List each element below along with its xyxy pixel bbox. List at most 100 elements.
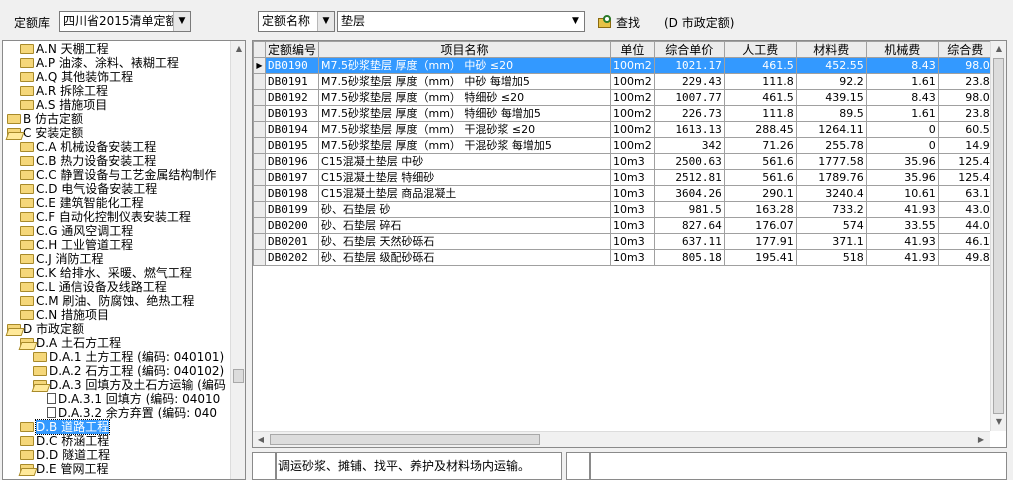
tree-item[interactable]: C.A 机械设备安装工程 [20, 140, 156, 154]
row-indicator [253, 105, 266, 122]
tree-item[interactable]: D.D 隧道工程 [20, 448, 110, 462]
quota-grid[interactable]: 定额编号 项目名称 单位 综合单价 人工费 材料费 机械费 综合费 ▶ DB0190 M7.5砂浆… [252, 40, 1007, 448]
tree-item-label: C.G 通风空调工程 [36, 224, 134, 238]
tree-item[interactable]: A.P 油漆、涂料、裱糊工程 [20, 56, 179, 70]
tree-item[interactable]: A.S 措施项目 [20, 98, 107, 112]
tree-item[interactable]: D.A.1 土方工程 (编码: 040101) [33, 350, 224, 364]
table-row[interactable]: DB0193 M7.5砂浆垫层 厚度（mm） 特细砂 每增加5 100m2 226.7… [253, 105, 993, 122]
folder-icon [33, 366, 47, 376]
tree-item-label: A.S 措施项目 [36, 98, 108, 112]
search-input[interactable]: 垫层 ▼ [337, 11, 585, 32]
table-cell: 10m3 [610, 185, 655, 202]
scroll-left-icon[interactable]: ◀ [253, 432, 269, 447]
table-cell: C15混凝土垫层 中砂 [318, 153, 612, 170]
tree-item[interactable]: C.M 刷油、防腐蚀、绝热工程 [20, 294, 194, 308]
table-row[interactable]: DB0195 M7.5砂浆垫层 厚度（mm） 干混砂浆 每增加5 100m2 342 7… [253, 137, 993, 154]
chevron-down-icon[interactable]: ▼ [567, 12, 584, 31]
tree-item[interactable]: C.N 措施项目 [20, 308, 109, 322]
table-cell: 195.41 [723, 249, 797, 266]
chevron-down-icon[interactable]: ▼ [317, 12, 334, 31]
tree-item[interactable]: C.D 电气设备安装工程 [20, 182, 157, 196]
column-header[interactable]: 机械费 [865, 41, 939, 58]
tree-item[interactable]: D.A.3 回填方及土石方运输 (编码 [33, 378, 226, 392]
tree-item[interactable]: D.A.3.2 余方弃置 (编码: 040 [46, 406, 217, 420]
table-row[interactable]: DB0202 砂、石垫层 级配砂砾石 10m3 805.18 195.41 518 41.9… [253, 249, 993, 266]
tree-item[interactable]: C.C 静置设备与工艺金属结构制作 [20, 168, 216, 182]
table-cell: 1789.76 [795, 169, 867, 186]
column-header[interactable]: 综合单价 [653, 41, 725, 58]
table-cell: 461.5 [723, 57, 797, 74]
tree-item[interactable]: D.B 道路工程 [20, 419, 111, 435]
tree-item[interactable]: C.K 给排水、采暖、燃气工程 [20, 266, 192, 280]
scroll-right-icon[interactable]: ▶ [973, 432, 989, 447]
table-cell: 98.0 [937, 57, 993, 74]
table-row[interactable]: DB0191 M7.5砂浆垫层 厚度（mm） 中砂 每增加5 100m2 229.43… [253, 73, 993, 90]
tree-item[interactable]: A.R 拆除工程 [20, 84, 108, 98]
table-cell: 342 [653, 137, 725, 154]
grid-horizontal-scrollbar[interactable]: ◀ ▶ [253, 431, 990, 447]
table-row[interactable]: DB0194 M7.5砂浆垫层 厚度（mm） 干混砂浆 ≤20 100m2 1613.… [253, 121, 993, 138]
table-cell: 33.55 [865, 217, 939, 234]
chevron-down-icon[interactable]: ▼ [173, 12, 190, 31]
table-row[interactable]: DB0199 砂、石垫层 砂 10m3 981.5 163.28 733.2 41.93 43… [253, 201, 993, 218]
table-row[interactable]: ▶ DB0190 M7.5砂浆垫层 厚度（mm） 中砂 ≤20 100m2 1021.1… [253, 57, 993, 74]
table-row[interactable]: DB0200 砂、石垫层 碎石 10m3 827.64 176.07 574 33.55 44… [253, 217, 993, 234]
table-cell: 2512.81 [653, 169, 725, 186]
tree-item[interactable]: C 安装定额 [7, 126, 83, 140]
column-header[interactable]: 单位 [610, 41, 655, 58]
column-header[interactable]: 综合费 [937, 41, 993, 58]
tree-item-label: C.D 电气设备安装工程 [36, 182, 158, 196]
folder-icon [20, 44, 34, 54]
tree-item[interactable]: C.G 通风空调工程 [20, 224, 133, 238]
tree-item[interactable]: D.A.3.1 回填方 (编码: 04010 [46, 392, 220, 406]
row-indicator [253, 233, 266, 250]
scroll-down-icon[interactable]: ▼ [991, 414, 1006, 430]
tree-item[interactable]: D.C 桥涵工程 [20, 434, 109, 448]
tree-item[interactable]: A.Q 其他装饰工程 [20, 70, 133, 84]
folder-icon [20, 226, 34, 236]
library-select[interactable]: 四川省2015清单定额 ▼ [59, 11, 191, 32]
category-tree[interactable]: A.N 天棚工程 A.P 油漆、涂料、裱糊工程 A.Q 其他装饰工程 A.R 拆除工程… [2, 40, 246, 480]
tree-item[interactable]: D 市政定额 [7, 322, 84, 336]
tree-item[interactable]: C.J 消防工程 [20, 252, 104, 266]
table-row[interactable]: DB0197 C15混凝土垫层 特细砂 10m3 2512.81 561.6 1789.7… [253, 169, 993, 186]
column-header[interactable]: 材料费 [795, 41, 867, 58]
search-field-select[interactable]: 定额名称 ▼ [258, 11, 335, 32]
tree-item-label: D.A 土石方工程 [36, 336, 122, 350]
scroll-up-icon[interactable]: ▲ [991, 41, 1006, 57]
tree-item-label: C 安装定额 [23, 126, 84, 140]
grid-vertical-scrollbar[interactable]: ▲ ▼ [990, 41, 1006, 431]
tree-item[interactable]: A.N 天棚工程 [20, 42, 109, 56]
table-row[interactable]: DB0201 砂、石垫层 天然砂砾石 10m3 637.11 177.91 371.1 41… [253, 233, 993, 250]
tree-item[interactable]: D.E 管网工程 [20, 462, 108, 476]
tree-item[interactable]: C.H 工业管道工程 [20, 238, 133, 252]
tree-vertical-scrollbar[interactable]: ▲ [230, 41, 245, 479]
column-header[interactable]: 项目名称 [318, 41, 612, 58]
tree-item[interactable]: C.E 建筑智能化工程 [20, 196, 144, 210]
find-button[interactable]: 查找 [597, 12, 640, 32]
table-cell: 1613.13 [653, 121, 725, 138]
table-cell: 574 [795, 217, 867, 234]
table-cell: 砂、石垫层 级配砂砾石 [318, 249, 612, 266]
scroll-thumb[interactable] [993, 58, 1004, 414]
column-header[interactable]: 人工费 [723, 41, 797, 58]
tree-item[interactable]: D.A 土石方工程 [20, 336, 121, 350]
search-field-value: 定额名称 [262, 14, 311, 28]
table-cell: 100m2 [610, 137, 655, 154]
tree-item[interactable]: B 仿古定额 [7, 112, 83, 126]
table-cell: 1007.77 [653, 89, 725, 106]
table-cell: DB0191 [264, 73, 320, 90]
tree-item[interactable]: C.F 自动化控制仪表安装工程 [20, 210, 191, 224]
scroll-thumb[interactable] [233, 369, 244, 383]
table-row[interactable]: DB0196 C15混凝土垫层 中砂 10m3 2500.63 561.6 1777.58… [253, 153, 993, 170]
scroll-thumb[interactable] [270, 434, 540, 445]
table-cell: M7.5砂浆垫层 厚度（mm） 特细砂 每增加5 [318, 105, 612, 122]
table-row[interactable]: DB0198 C15混凝土垫层 商品混凝土 10m3 3604.26 290.1 3240… [253, 185, 993, 202]
tree-item[interactable]: C.L 通信设备及线路工程 [20, 280, 167, 294]
tree-item[interactable]: D.A.2 石方工程 (编码: 040102) [33, 364, 224, 378]
scroll-up-icon[interactable]: ▲ [231, 41, 245, 57]
table-row[interactable]: DB0192 M7.5砂浆垫层 厚度（mm） 特细砂 ≤20 100m2 1007.7… [253, 89, 993, 106]
column-header[interactable]: 定额编号 [264, 41, 320, 58]
notes-panel[interactable] [590, 452, 1007, 480]
tree-item[interactable]: C.B 热力设备安装工程 [20, 154, 156, 168]
